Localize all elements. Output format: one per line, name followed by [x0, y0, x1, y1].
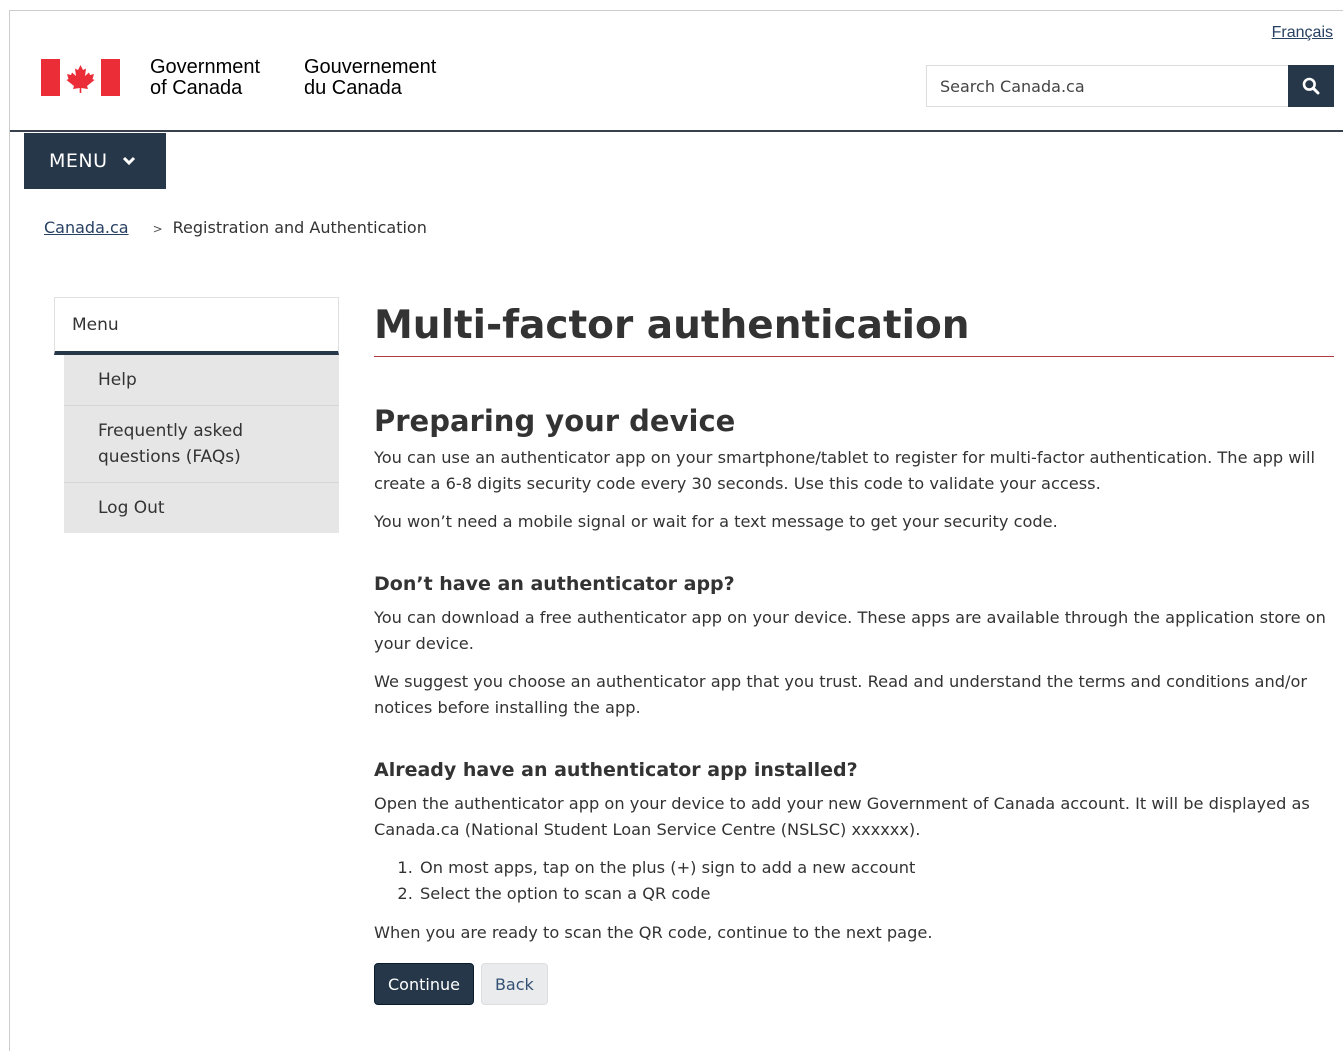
sidenav-item-help[interactable]: Help — [64, 355, 339, 406]
main-menu-label: MENU — [49, 150, 108, 172]
page-title: Multi-factor authentication — [374, 298, 1334, 357]
search-form — [926, 65, 1334, 107]
header-divider — [10, 130, 1343, 132]
search-button[interactable] — [1288, 65, 1334, 107]
has-app-paragraph-2: When you are ready to scan the QR code, … — [374, 923, 933, 942]
back-button[interactable]: Back — [480, 963, 548, 1005]
chevron-down-icon — [122, 156, 136, 166]
intro-paragraph-1: You can use an authenticator app on your… — [374, 448, 1316, 493]
signature-french: Gouvernement du Canada — [304, 57, 436, 99]
setup-step: On most apps, tap on the plus (+) sign t… — [418, 855, 1334, 881]
viewport-border-top — [9, 10, 1343, 11]
signature-fr-line2: du Canada — [304, 77, 402, 99]
breadcrumb-home-link[interactable]: Canada.ca — [44, 218, 129, 237]
setup-step: Select the option to scan a QR code — [418, 881, 1334, 907]
sidenav-item-logout[interactable]: Log Out — [64, 483, 339, 533]
signature-fr-line1: Gouvernement — [304, 56, 437, 78]
breadcrumb: Canada.ca > Registration and Authenticatio… — [44, 218, 427, 237]
setup-steps-list: On most apps, tap on the plus (+) sign t… — [374, 855, 1334, 907]
canada-flag-icon — [41, 59, 120, 96]
heading-has-app: Already have an authenticator app instal… — [374, 759, 858, 781]
search-icon — [1302, 77, 1320, 95]
viewport-border-left — [9, 10, 10, 1051]
sidenav-item-faqs[interactable]: Frequently asked questions (FAQs) — [64, 406, 339, 483]
search-input[interactable] — [926, 65, 1288, 107]
signature-en-line2: of Canada — [150, 77, 243, 99]
breadcrumb-separator: > — [152, 222, 163, 236]
signature-en-line1: Government — [150, 56, 261, 78]
no-app-paragraph-1: You can download a free authenticator ap… — [374, 608, 1326, 653]
main-content: Multi-factor authentication Preparing yo… — [374, 298, 1334, 1005]
secondary-menu-title: Menu — [54, 297, 339, 355]
language-toggle-link[interactable]: Français — [1272, 24, 1333, 42]
intro-paragraph-2: You won’t need a mobile signal or wait f… — [374, 512, 1058, 531]
breadcrumb-current: Registration and Authentication — [172, 218, 427, 237]
secondary-menu-list: Help Frequently asked questions (FAQs) L… — [64, 355, 339, 533]
main-menu-button[interactable]: MENU — [24, 133, 166, 189]
has-app-paragraph-1: Open the authenticator app on your devic… — [374, 794, 1310, 839]
form-actions: Continue Back — [374, 963, 1334, 1005]
continue-button[interactable]: Continue — [374, 963, 474, 1005]
no-app-paragraph-2: We suggest you choose an authenticator a… — [374, 672, 1308, 717]
signature-english: Government of Canada — [150, 57, 260, 99]
heading-no-app: Don’t have an authenticator app? — [374, 573, 735, 595]
secondary-menu: Menu Help Frequently asked questions (FA… — [54, 297, 339, 533]
section-title-preparing: Preparing your device — [374, 404, 736, 438]
